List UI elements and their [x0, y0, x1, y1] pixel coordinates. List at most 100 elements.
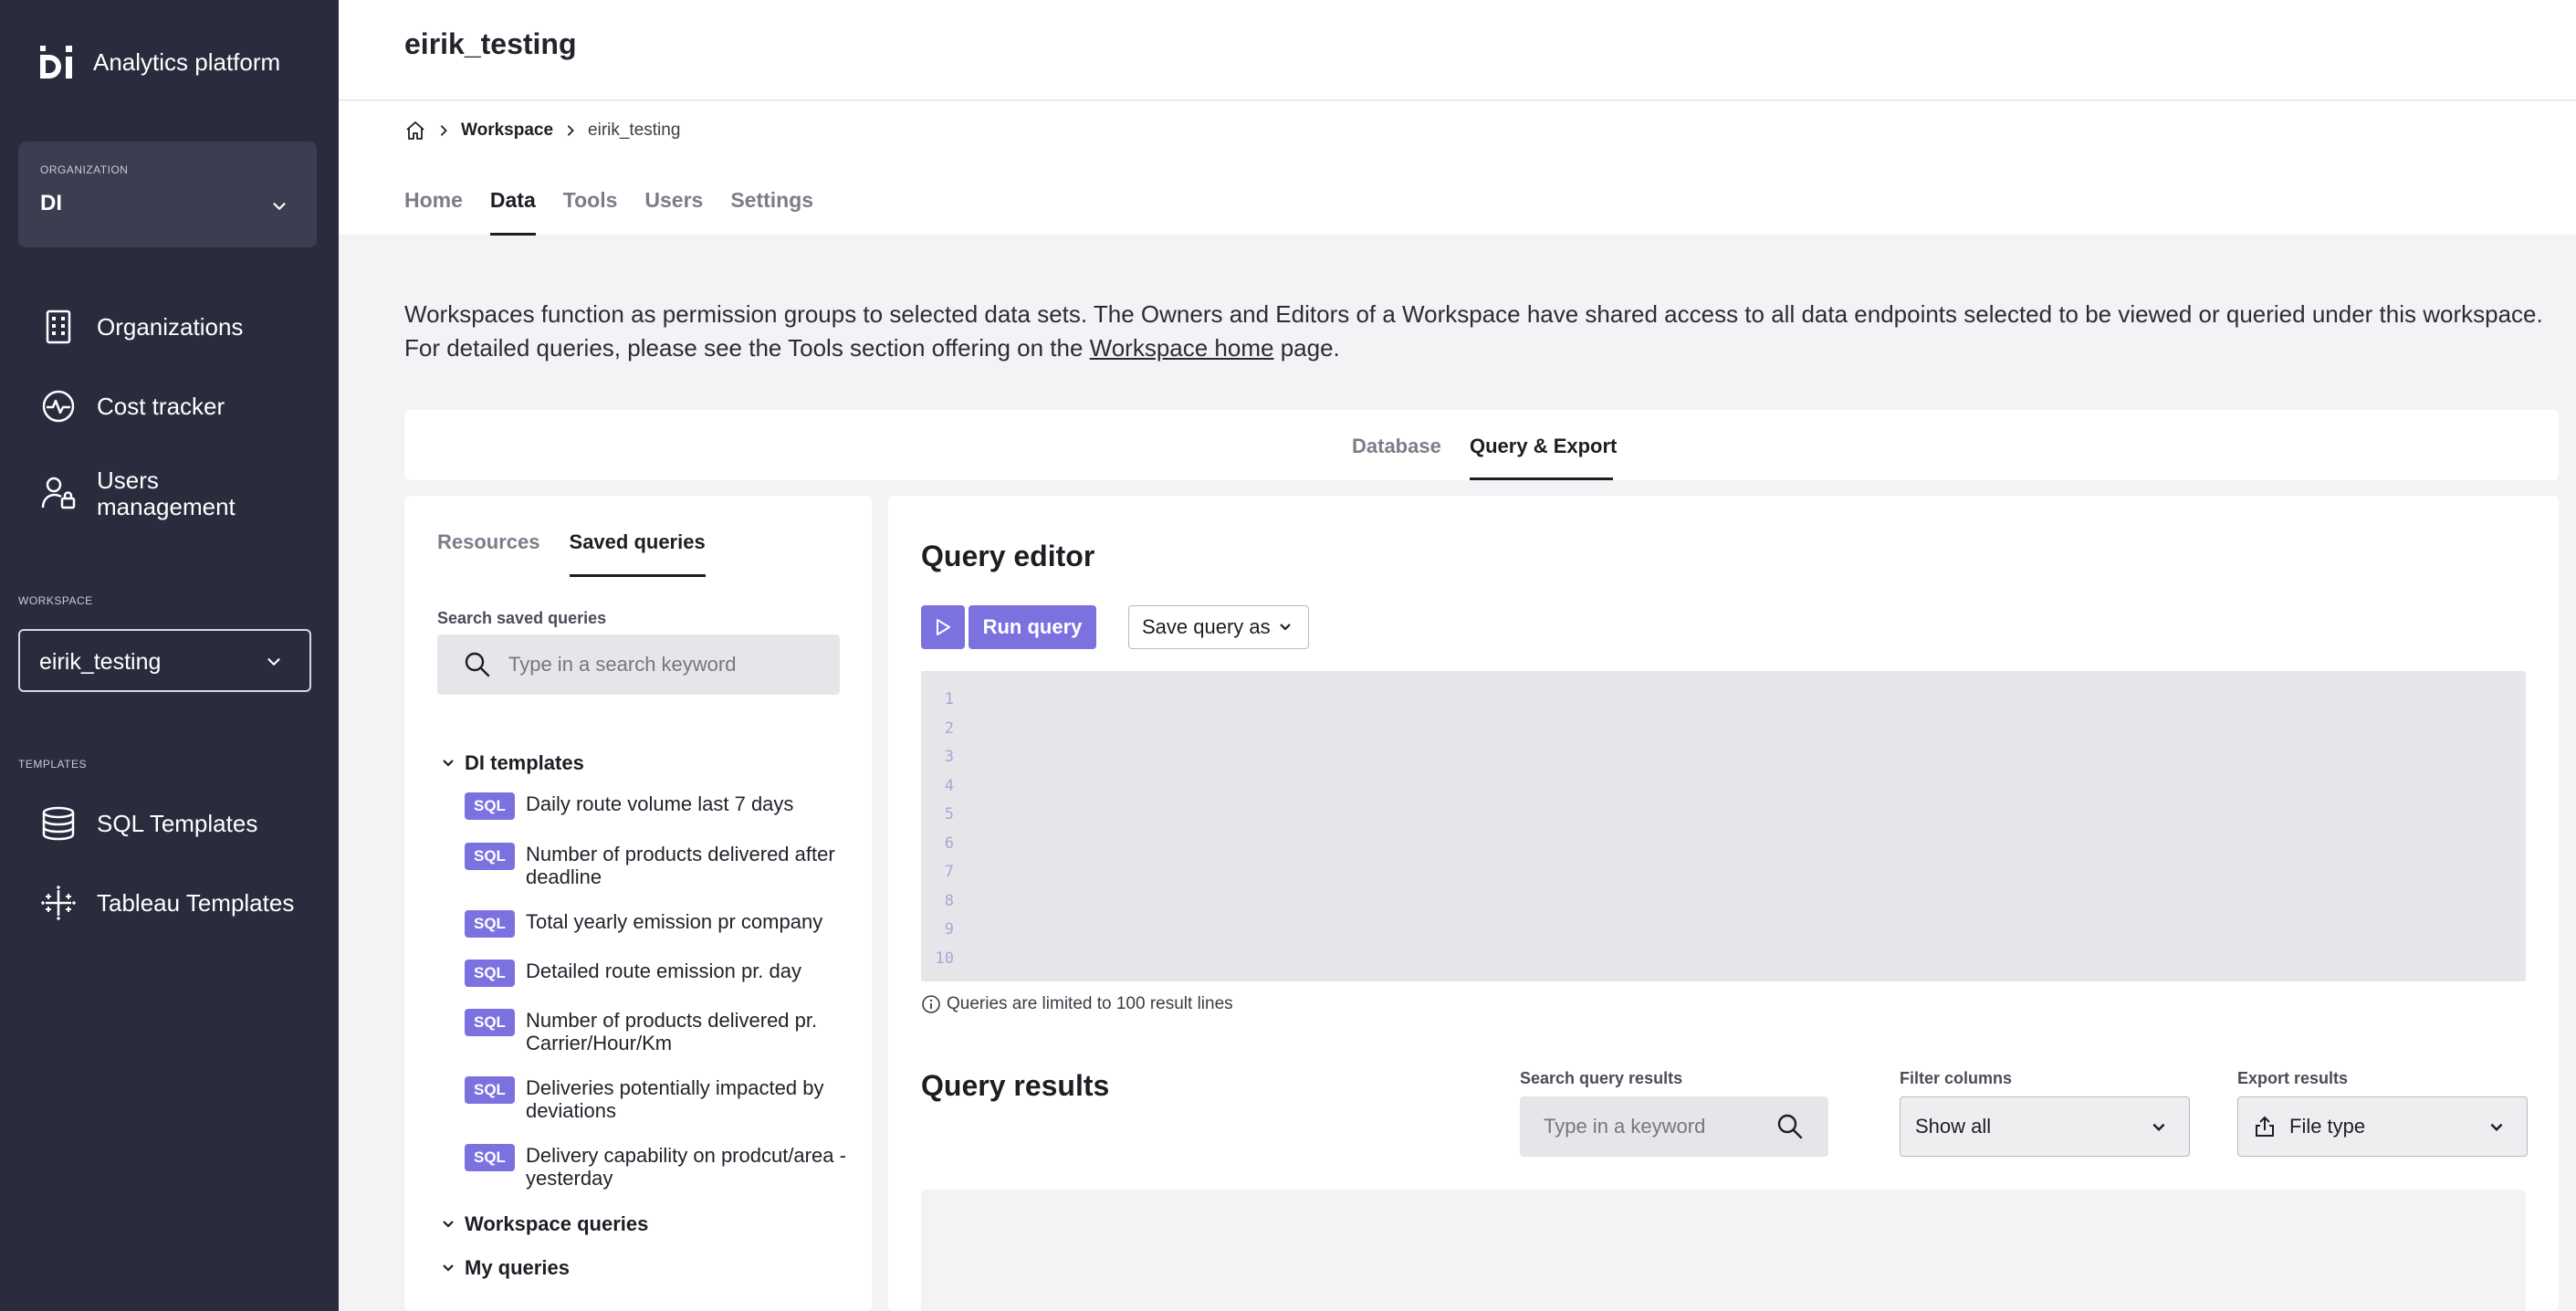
sidebar-item-label: Organizations [97, 312, 244, 341]
workspace-select[interactable]: eirik_testing [18, 629, 311, 692]
line-numbers: 1 2 3 4 5 6 7 8 9 10 [935, 690, 954, 968]
tab-data[interactable]: Data [489, 188, 536, 236]
tab-query-export[interactable]: Query & Export [1470, 435, 1617, 458]
run-play-button[interactable] [921, 605, 965, 649]
group-title: My queries [465, 1256, 570, 1279]
query-label: Deliveries potentially impacted by devia… [525, 1076, 824, 1122]
building-icon [46, 309, 71, 344]
tableau-icon [41, 886, 76, 920]
chevron-down-icon [443, 760, 454, 767]
tab-users[interactable]: Users [644, 188, 703, 236]
tab-tools[interactable]: Tools [563, 188, 618, 236]
save-query-as-label: Save query as [1142, 615, 1271, 638]
breadcrumb-current: eirik_testing [588, 121, 681, 140]
sidebar-item-sql-templates[interactable]: SQL Templates [40, 805, 257, 842]
main-tabs: Home Data Tools Users Settings [404, 188, 841, 236]
run-query-button[interactable]: Run query [969, 605, 1096, 649]
saved-query-item[interactable]: SQL Daily route volume last 7 days [465, 792, 857, 820]
activity-icon [42, 390, 75, 423]
home-icon[interactable] [404, 120, 426, 142]
query-results-search [1520, 1096, 1828, 1157]
sql-badge: SQL [465, 1076, 515, 1104]
top-header: eirik_testing [339, 0, 2576, 100]
page-title: eirik_testing [404, 27, 577, 60]
query-label: Detailed route emission pr. day [525, 960, 802, 982]
chevron-down-icon [2490, 1123, 2503, 1132]
tab-home[interactable]: Home [404, 188, 463, 236]
saved-query-item[interactable]: SQL Deliveries potentially impacted by d… [465, 1076, 857, 1122]
tab-saved-queries[interactable]: Saved queries [569, 530, 706, 577]
logo[interactable]: Analytics platform [38, 46, 280, 79]
filter-columns-select[interactable]: Show all [1900, 1096, 2190, 1157]
organization-select[interactable]: ORGANIZATION DI [18, 142, 317, 247]
search-icon [465, 652, 490, 677]
segment-tabs: Database Query & Export [404, 410, 2559, 480]
query-label: Number of products delivered pr. Carrier… [525, 1009, 818, 1054]
saved-query-item[interactable]: SQL Total yearly emission pr company [465, 910, 857, 938]
query-label: Total yearly emission pr company [525, 910, 823, 933]
chevron-down-icon [443, 1221, 454, 1228]
search-input[interactable] [508, 645, 819, 684]
sql-editor[interactable]: 1 2 3 4 5 6 7 8 9 10 [921, 671, 2526, 981]
database-icon [42, 806, 75, 841]
play-icon [937, 619, 950, 635]
group-workspace-queries[interactable]: Workspace queries [441, 1212, 648, 1236]
query-label: Daily route volume last 7 days [525, 792, 794, 815]
saved-query-item[interactable]: SQL Number of products delivered pr. Car… [465, 1009, 857, 1054]
sql-badge: SQL [465, 1009, 515, 1036]
sidebar-item-cost-tracker[interactable]: Cost tracker [40, 388, 225, 425]
group-title: Workspace queries [465, 1212, 649, 1235]
save-query-as-dropdown[interactable]: Save query as [1128, 605, 1309, 649]
saved-query-item[interactable]: SQL Detailed route emission pr. day [465, 960, 857, 987]
sidebar-item-label: SQL Templates [97, 809, 258, 837]
workspace-home-link[interactable]: Workspace home [1090, 334, 1274, 362]
export-results-label: Export results [2237, 1069, 2349, 1087]
chevron-right-icon [440, 125, 447, 136]
chevron-down-icon [2152, 1123, 2165, 1132]
page-subheader: Workspace eirik_testing Home Data Tools … [339, 101, 2576, 236]
query-results-area [921, 1190, 2526, 1311]
query-label: Delivery capability on prodcut/area - ye… [525, 1144, 846, 1190]
results-search-input[interactable] [1544, 1107, 1772, 1146]
sidebar-item-tableau-templates[interactable]: Tableau Templates [40, 885, 294, 921]
query-results-title: Query results [921, 1069, 1110, 1102]
sql-badge: SQL [465, 792, 515, 820]
workspace-value: eirik_testing [39, 649, 162, 675]
sidebar-item-label: Cost tracker [97, 392, 225, 420]
query-editor-title: Query editor [921, 540, 1095, 572]
export-icon [2256, 1116, 2274, 1137]
group-my-queries[interactable]: My queries [441, 1256, 570, 1280]
group-title: DI templates [465, 751, 584, 774]
intro-text-after: page. [1273, 334, 1340, 362]
intro-text-before: Workspaces function as permission groups… [404, 300, 2543, 362]
export-file-type-select[interactable]: File type [2237, 1096, 2528, 1157]
saved-queries-panel: Resources Saved queries Search saved que… [404, 496, 872, 1311]
query-editor-panel: Query editor Run query Save query as 1 2… [888, 496, 2559, 1311]
group-di-templates[interactable]: DI templates [441, 751, 584, 775]
app-title: Analytics platform [93, 47, 281, 76]
chevron-down-icon [267, 658, 280, 666]
tab-database[interactable]: Database [1352, 435, 1441, 458]
chevron-down-icon [1279, 624, 1291, 631]
di-logo-icon [40, 46, 72, 79]
saved-query-item[interactable]: SQL Number of products delivered after d… [465, 843, 857, 888]
tab-settings[interactable]: Settings [730, 188, 813, 236]
sidebar: Analytics platform ORGANIZATION DI Organ… [0, 0, 339, 1311]
search-icon[interactable] [1775, 1112, 1805, 1141]
filter-columns-label: Filter columns [1900, 1069, 2013, 1087]
breadcrumb-workspace[interactable]: Workspace [461, 121, 553, 141]
info-icon [922, 995, 940, 1013]
organization-value: DI [40, 191, 62, 215]
search-results-label: Search query results [1520, 1069, 1683, 1087]
chevron-down-icon [273, 203, 286, 210]
intro-text: Workspaces function as permission groups… [404, 298, 2559, 365]
sidebar-item-label: Tableau Templates [97, 888, 295, 917]
saved-query-item[interactable]: SQL Delivery capability on prodcut/area … [465, 1144, 857, 1190]
sidebar-item-users-management[interactable]: Users management [40, 467, 252, 520]
sql-badge: SQL [465, 910, 515, 938]
user-lock-icon [41, 477, 76, 509]
query-label: Number of products delivered after deadl… [525, 843, 835, 888]
sidebar-item-organizations[interactable]: Organizations [40, 309, 243, 345]
tab-resources[interactable]: Resources [437, 530, 540, 577]
templates-label: TEMPLATES [18, 758, 87, 771]
